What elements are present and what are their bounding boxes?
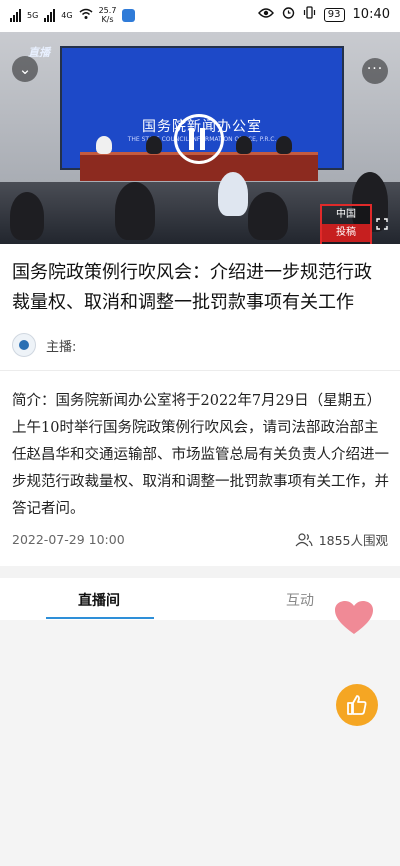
speaker-figure: [276, 136, 292, 154]
status-bar: 5G 4G 25.7 K/s 93 10:40: [0, 0, 400, 32]
status-bar-right: 93 10:40: [257, 6, 390, 23]
pause-button[interactable]: [174, 114, 224, 164]
audience-figure: [115, 182, 155, 240]
host-avatar[interactable]: [12, 333, 36, 357]
network-speed: 25.7 K/s: [99, 6, 117, 24]
people-icon: [295, 532, 313, 547]
fullscreen-button[interactable]: [376, 218, 388, 233]
signal-label-2: 4G: [61, 10, 73, 20]
audience-figure: [248, 192, 288, 240]
chevron-down-icon: ⌄: [18, 60, 32, 78]
speaker-figure: [96, 136, 112, 154]
divider: [0, 370, 400, 371]
more-icon: ···: [366, 61, 384, 77]
pause-icon: [200, 128, 205, 150]
wifi-icon: [79, 8, 93, 23]
network-speed-value: 25.7: [98, 6, 117, 15]
viewer-count: 1855人围观: [295, 530, 388, 549]
publish-date: 2022-07-29 10:00: [12, 532, 125, 547]
pause-icon: [189, 128, 194, 150]
alarm-icon: [282, 6, 295, 23]
battery-level: 93: [323, 7, 345, 22]
badge-top-label: 中国: [336, 209, 356, 220]
tab-interaction[interactable]: 互动: [286, 590, 314, 610]
speaker-figure: [146, 136, 162, 154]
fullscreen-icon: [376, 218, 388, 230]
like-button[interactable]: [336, 684, 378, 726]
host-row: 主播:: [12, 333, 76, 357]
eye-icon: [257, 7, 274, 23]
audience-figure: [10, 192, 44, 240]
collapse-button[interactable]: ⌄: [12, 56, 38, 82]
signal-icon: [10, 8, 21, 22]
active-tab-indicator: [46, 617, 154, 619]
video-player[interactable]: 国务院新闻办公室 THE STATE COUNCIL INFORMATION O…: [0, 32, 400, 244]
article-title: 国务院政策例行吹风会：介绍进一步规范行政裁量权、取消和调整一批罚款事项有关工作: [12, 262, 372, 313]
heart-icon: [334, 600, 374, 636]
signal-icon-2: [44, 8, 56, 22]
section-gap: [0, 566, 400, 578]
viewer-count-text: 1855人围观: [318, 533, 388, 548]
app-notification-icon: [122, 8, 136, 22]
badge-bottom-label: 投稿: [322, 224, 370, 242]
more-button[interactable]: ···: [362, 58, 388, 84]
host-label: 主播:: [46, 339, 77, 355]
status-bar-left: 5G 4G 25.7 K/s: [10, 6, 136, 24]
tab-live-room[interactable]: 直播间: [78, 590, 120, 610]
article-intro: 简介：国务院新闻办公室将于2022年7月29日（星期五）上午10时举行国务院政策…: [12, 393, 389, 517]
signal-label-1: 5G: [27, 10, 39, 20]
contribute-badge[interactable]: 中国 投稿: [320, 204, 372, 244]
network-speed-unit: K/s: [101, 15, 114, 24]
clock: 10:40: [352, 7, 390, 22]
audience-figure: [218, 172, 248, 216]
thumbs-up-icon: [347, 695, 367, 715]
live-room-content: [0, 620, 400, 866]
vibrate-icon: [303, 6, 316, 23]
speaker-figure: [236, 136, 252, 154]
